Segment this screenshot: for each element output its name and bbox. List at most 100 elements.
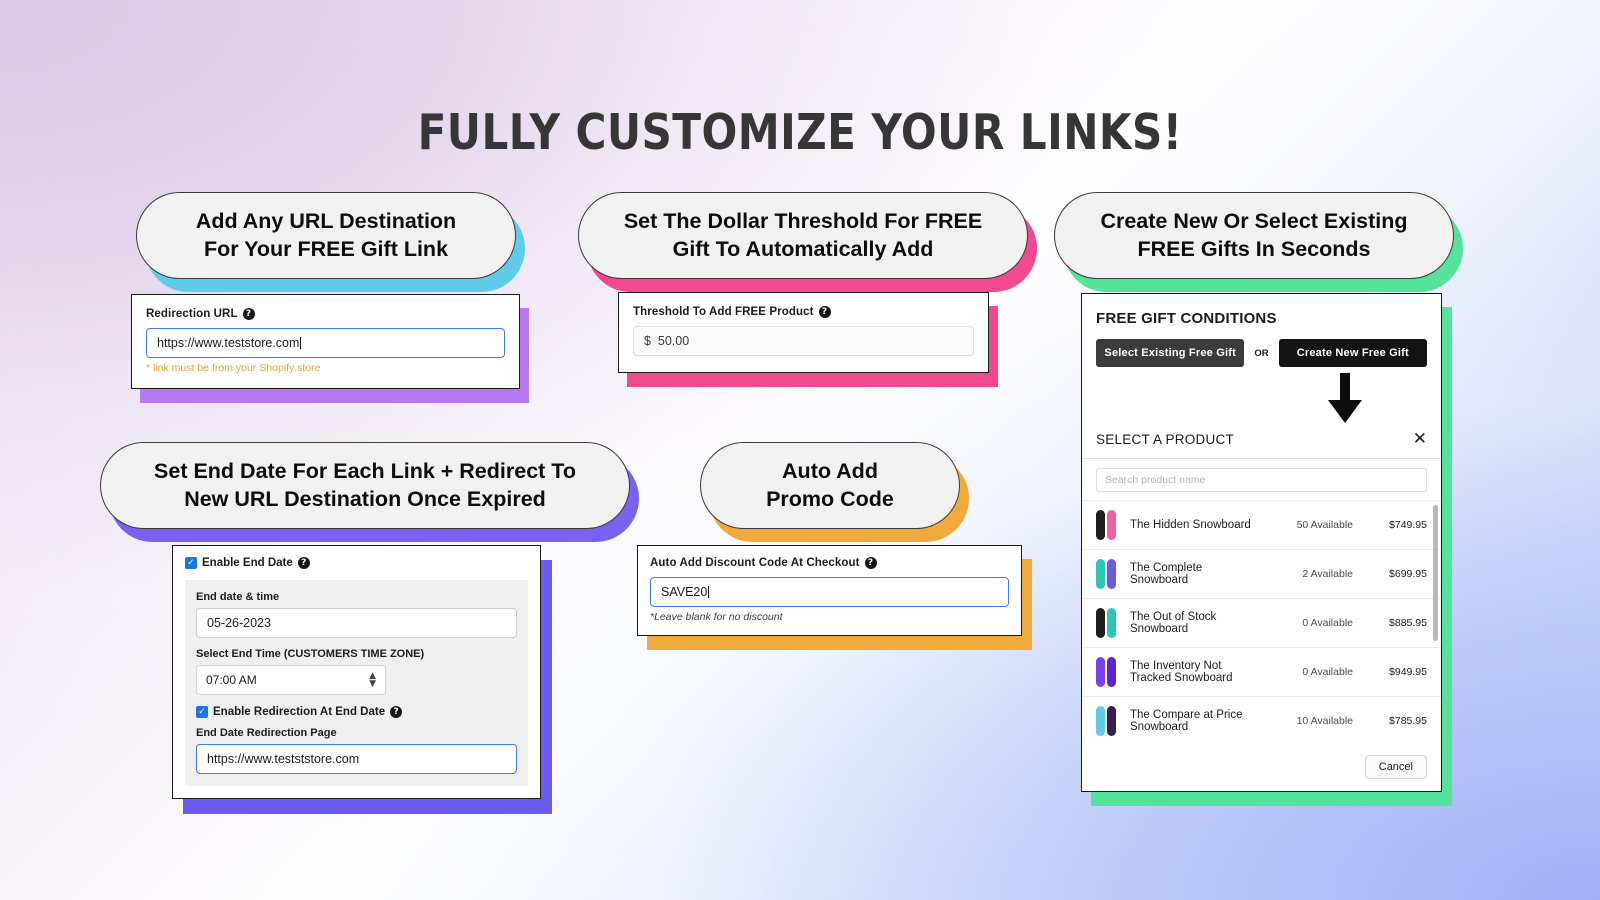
enable-redirection-row[interactable]: ✓ Enable Redirection At End Date ? bbox=[196, 706, 517, 718]
pill-gift-line2: FREE Gifts In Seconds bbox=[1137, 237, 1371, 262]
product-thumbnail-icon bbox=[1096, 706, 1118, 736]
product-row[interactable]: The Hidden Snowboard 50 Available $749.95 bbox=[1082, 500, 1441, 549]
pill-url-wrap: Add Any URL Destination For Your FREE Gi… bbox=[136, 192, 525, 292]
product-row[interactable]: The Out of Stock Snowboard 0 Available $88… bbox=[1082, 598, 1441, 647]
end-date-input[interactable]: 05-26-2023 bbox=[196, 608, 517, 638]
product-list: The Hidden Snowboard 50 Available $749.95 T… bbox=[1082, 500, 1441, 745]
pill-enddate-line1: Set End Date For Each Link + Redirect To bbox=[154, 459, 576, 483]
product-availability: 50 Available bbox=[1296, 519, 1353, 531]
question-mark-icon[interactable]: ? bbox=[390, 706, 403, 718]
product-availability: 10 Available bbox=[1296, 715, 1353, 727]
redirection-url-value: https://www.teststore.com bbox=[157, 336, 300, 350]
redirection-url-label: Redirection URL ? bbox=[146, 308, 505, 320]
enable-redirection-checkbox[interactable]: ✓ bbox=[196, 706, 208, 718]
text-caret bbox=[708, 586, 710, 598]
question-mark-icon[interactable]: ? bbox=[864, 557, 877, 569]
card-end-date-wrap: ✓ Enable End Date ? End date & time 05-2… bbox=[172, 545, 552, 814]
pill-gift-wrap: Create New Or Select Existing FREE Gifts… bbox=[1054, 192, 1463, 292]
product-thumbnail-icon bbox=[1096, 510, 1118, 540]
product-thumbnail-icon bbox=[1096, 657, 1118, 687]
pill-enddate-line2: New URL Destination Once Expired bbox=[184, 487, 546, 512]
product-availability: 0 Available bbox=[1302, 617, 1353, 629]
question-mark-icon[interactable]: ? bbox=[242, 308, 255, 320]
card-promo-wrap: Auto Add Discount Code At Checkout ? SAV… bbox=[637, 545, 1032, 650]
product-name: The Out of Stock Snowboard bbox=[1130, 611, 1217, 635]
product-name: The Inventory Not Tracked Snowboard bbox=[1130, 660, 1233, 684]
card-threshold-wrap: Threshold To Add FREE Product ? $ 50.00 bbox=[618, 292, 998, 387]
question-mark-icon[interactable]: ? bbox=[818, 306, 831, 318]
pill-promo: Auto Add Promo Code bbox=[700, 442, 960, 529]
page-title: FULLY CUSTOMIZE YOUR LINKS! bbox=[417, 104, 1183, 161]
end-date-redirection-input[interactable]: https://www.testststore.com bbox=[196, 744, 517, 774]
pill-threshold-line1: Set The Dollar Threshold For FREE bbox=[623, 209, 983, 233]
pill-promo-line2: Promo Code bbox=[766, 487, 894, 512]
product-thumbnail-icon bbox=[1096, 559, 1118, 589]
product-thumbnail-icon bbox=[1096, 608, 1118, 638]
pill-url-line2: For Your FREE Gift Link bbox=[203, 237, 449, 262]
pill-url-line1: Add Any URL Destination bbox=[195, 209, 457, 233]
free-gift-conditions-heading: FREE GIFT CONDITIONS bbox=[1096, 310, 1277, 327]
product-search-wrap: Search product name bbox=[1082, 459, 1441, 500]
threshold-value: 50.00 bbox=[657, 334, 690, 348]
cancel-row: Cancel bbox=[1082, 745, 1441, 791]
select-a-product-row: SELECT A PRODUCT ✕ bbox=[1082, 427, 1441, 458]
select-end-time-label: Select End Time (CUSTOMERS TIME ZONE) bbox=[196, 648, 425, 660]
product-price: $699.95 bbox=[1389, 568, 1427, 580]
pill-promo-line1: Auto Add bbox=[782, 459, 878, 483]
threshold-currency: $ bbox=[644, 334, 651, 348]
discount-code-input[interactable]: SAVE20 bbox=[650, 577, 1009, 607]
product-row[interactable]: The Inventory Not Tracked Snowboard 0 Ava… bbox=[1082, 647, 1441, 696]
end-date-redirection-label: End Date Redirection Page bbox=[196, 727, 337, 739]
threshold-label-text: Threshold To Add FREE Product bbox=[633, 306, 814, 318]
redirection-url-input[interactable]: https://www.teststore.com bbox=[146, 328, 505, 358]
card-free-gift-wrap: FREE GIFT CONDITIONS Select Existing Fre… bbox=[1081, 293, 1452, 806]
question-mark-icon[interactable]: ? bbox=[297, 557, 310, 569]
pill-url: Add Any URL Destination For Your FREE Gi… bbox=[136, 192, 516, 279]
enable-end-date-row[interactable]: ✓ Enable End Date ? bbox=[185, 557, 528, 569]
card-redirection-url-wrap: Redirection URL ? https://www.teststore.… bbox=[131, 294, 529, 403]
pill-gift-line1: Create New Or Select Existing bbox=[1100, 209, 1408, 233]
cancel-button[interactable]: Cancel bbox=[1364, 755, 1427, 779]
create-new-free-gift-button[interactable]: Create New Free Gift bbox=[1278, 339, 1427, 367]
close-icon[interactable]: ✕ bbox=[1413, 431, 1427, 448]
redirection-url-label-text: Redirection URL bbox=[146, 308, 238, 320]
card-redirection-url: Redirection URL ? https://www.teststore.… bbox=[131, 294, 520, 389]
end-date-panel: End date & time 05-26-2023 Select End Ti… bbox=[185, 580, 528, 786]
enable-end-date-label: Enable End Date bbox=[202, 557, 293, 569]
pill-enddate-wrap: Set End Date For Each Link + Redirect To… bbox=[100, 442, 639, 542]
or-separator: OR bbox=[1254, 347, 1269, 359]
product-price: $749.95 bbox=[1389, 519, 1427, 531]
product-price: $885.95 bbox=[1389, 617, 1427, 629]
pill-enddate: Set End Date For Each Link + Redirect To… bbox=[100, 442, 630, 529]
down-arrow-icon bbox=[1328, 373, 1362, 423]
discount-code-value: SAVE20 bbox=[661, 585, 708, 599]
product-price: $785.95 bbox=[1389, 715, 1427, 727]
product-availability: 2 Available bbox=[1302, 568, 1353, 580]
product-name: The Complete Snowboard bbox=[1130, 562, 1203, 586]
product-row[interactable]: The Complete Snowboard 2 Available $699.95 bbox=[1082, 549, 1441, 598]
discount-code-label: Auto Add Discount Code At Checkout ? bbox=[650, 557, 1009, 569]
pill-gift: Create New Or Select Existing FREE Gifts… bbox=[1054, 192, 1454, 279]
stepper-icon[interactable]: ▲ ▼ bbox=[369, 672, 376, 689]
enable-redirection-label: Enable Redirection At End Date bbox=[213, 706, 386, 718]
end-time-select[interactable]: 07:00 AM ▲ ▼ bbox=[196, 665, 386, 695]
product-row[interactable]: The Compare at Price Snowboard 10 Availab… bbox=[1082, 696, 1441, 745]
product-price: $949.95 bbox=[1389, 666, 1427, 678]
product-name: The Hidden Snowboard bbox=[1130, 519, 1251, 531]
product-search-input[interactable]: Search product name bbox=[1096, 468, 1427, 492]
pill-threshold-wrap: Set The Dollar Threshold For FREE Gift T… bbox=[578, 192, 1037, 292]
card-threshold: Threshold To Add FREE Product ? $ 50.00 bbox=[618, 292, 989, 373]
poster-canvas: FULLY CUSTOMIZE YOUR LINKS! Add Any URL … bbox=[0, 0, 1600, 900]
enable-end-date-checkbox[interactable]: ✓ bbox=[185, 557, 197, 569]
card-free-gift: FREE GIFT CONDITIONS Select Existing Fre… bbox=[1081, 293, 1442, 792]
product-picker-body: Search product name The Hidden Snowboard… bbox=[1082, 458, 1441, 791]
card-promo: Auto Add Discount Code At Checkout ? SAV… bbox=[637, 545, 1022, 636]
free-gift-button-row: Select Existing Free Gift OR Create New … bbox=[1082, 327, 1441, 367]
threshold-input[interactable]: $ 50.00 bbox=[633, 326, 974, 356]
threshold-label: Threshold To Add FREE Product ? bbox=[633, 306, 974, 318]
select-a-product-title: SELECT A PRODUCT bbox=[1096, 432, 1235, 447]
end-date-time-label: End date & time bbox=[196, 591, 280, 603]
product-list-scrollbar[interactable] bbox=[1433, 505, 1438, 641]
select-existing-free-gift-button[interactable]: Select Existing Free Gift bbox=[1096, 339, 1245, 367]
discount-code-hint: *Leave blank for no discount bbox=[650, 611, 783, 623]
